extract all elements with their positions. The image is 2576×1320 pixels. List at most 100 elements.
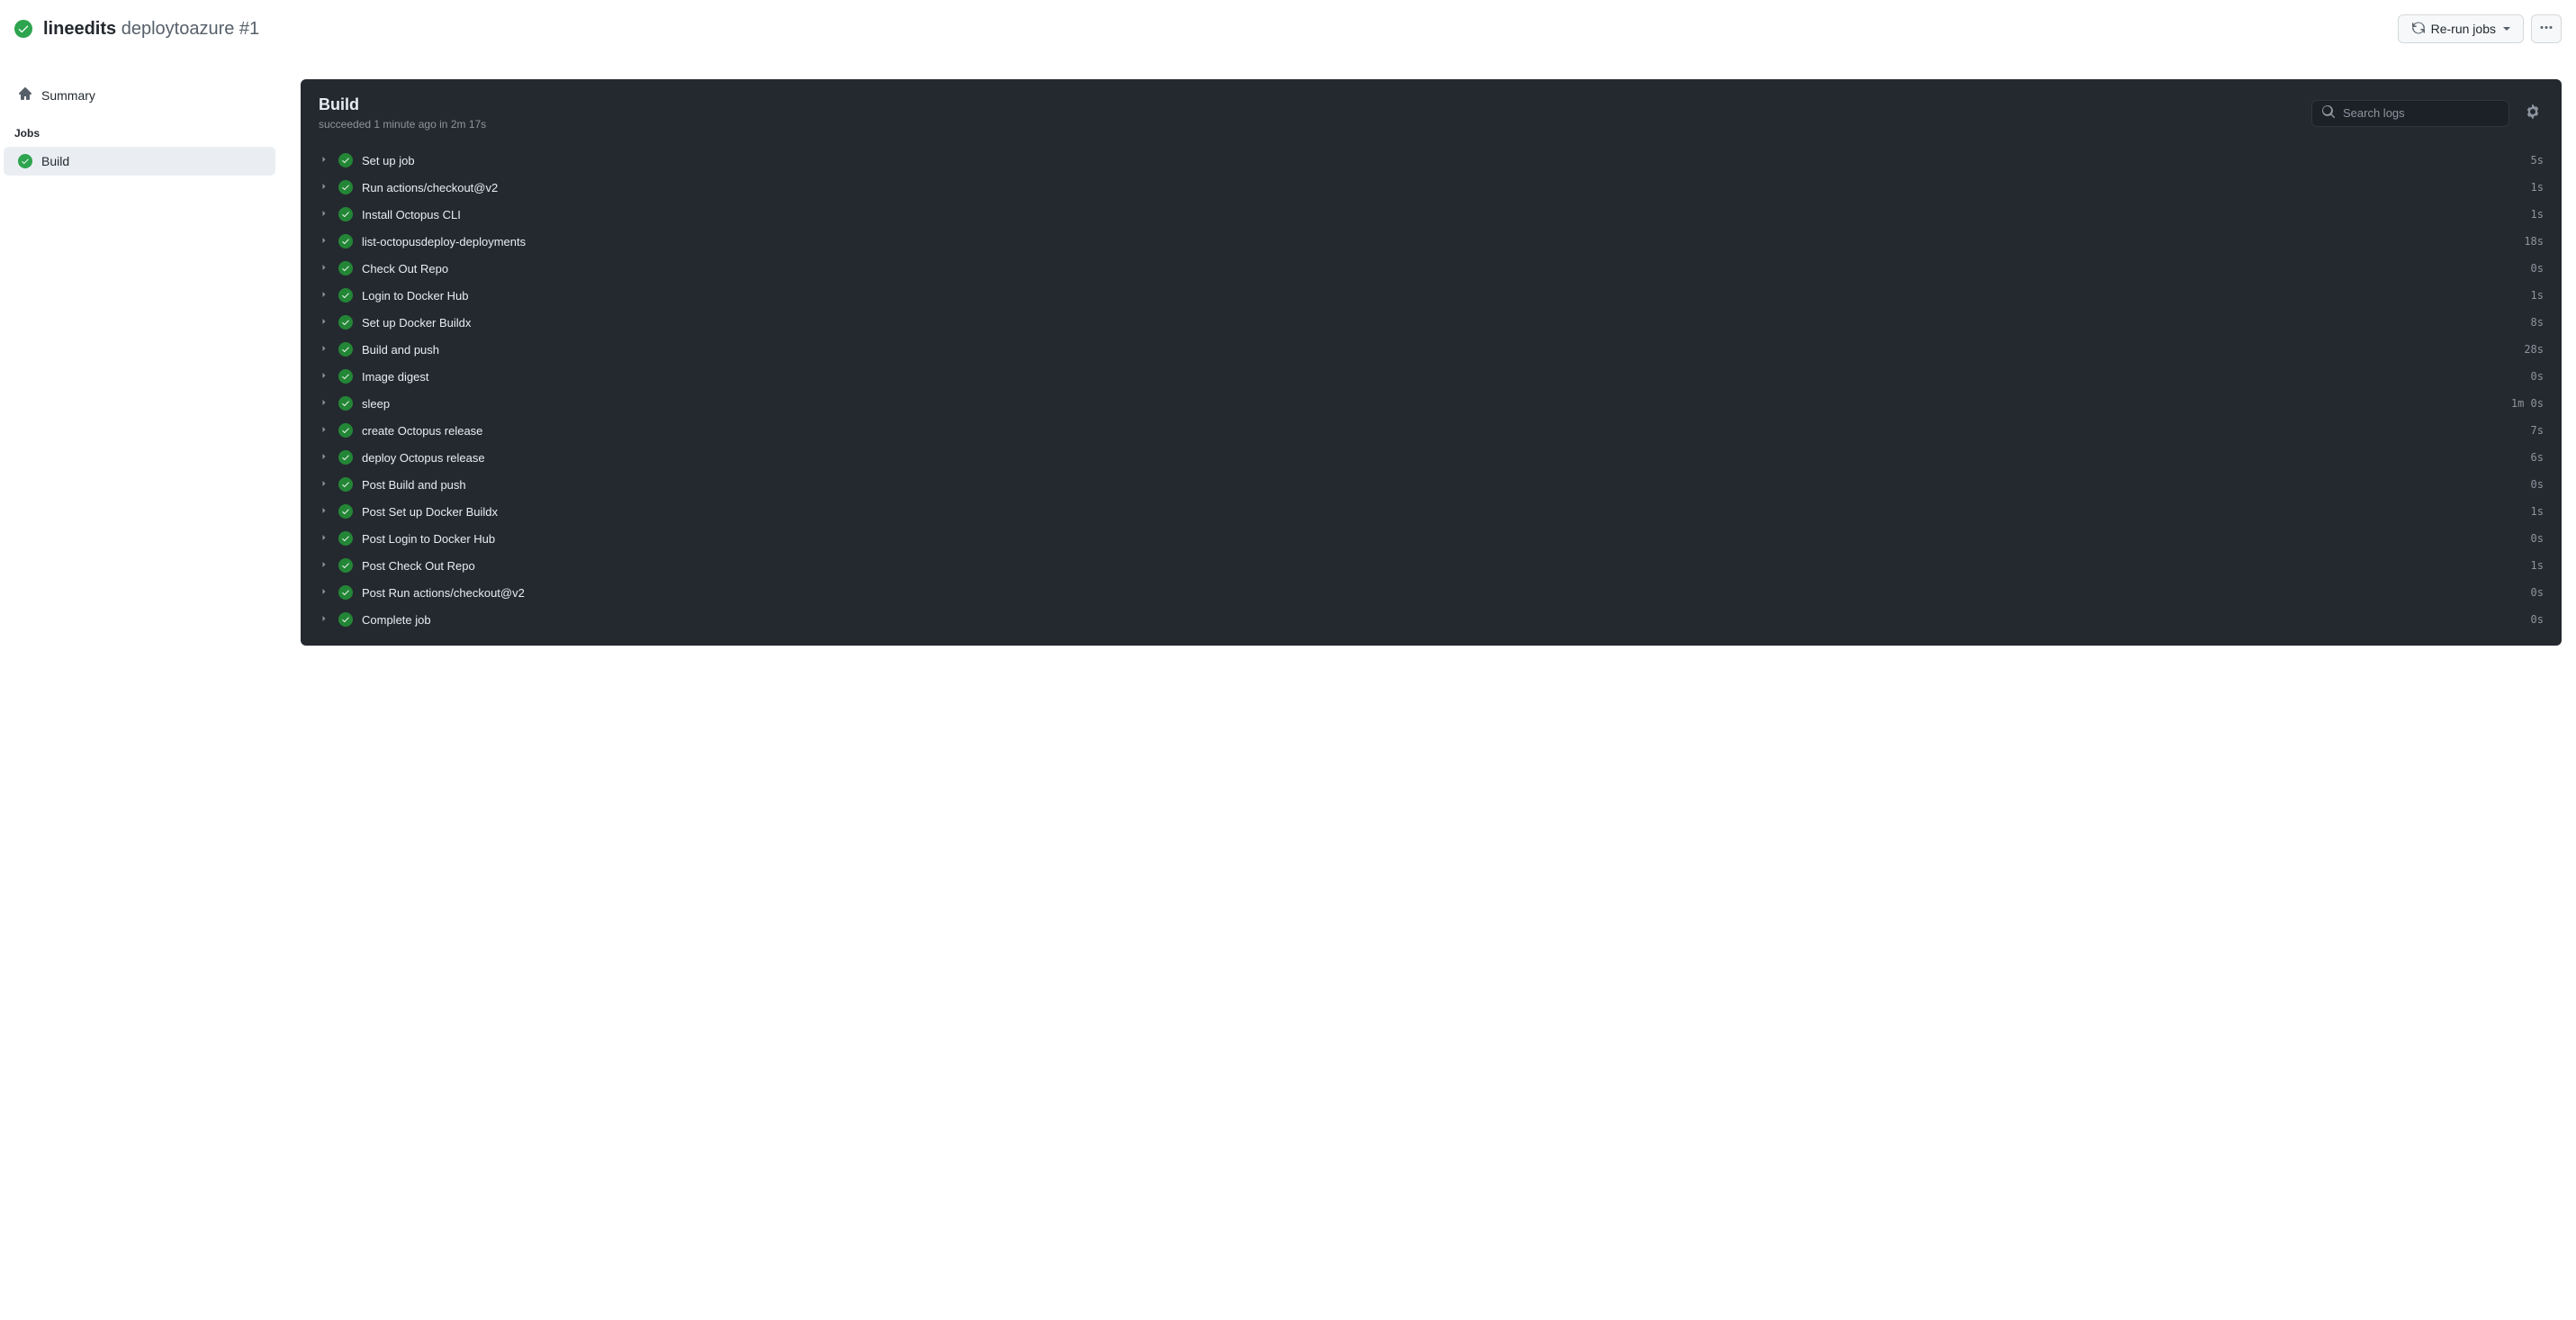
step-duration: 1s (2531, 181, 2544, 194)
job-subtitle: succeeded 1 minute ago in 2m 17s (319, 118, 486, 131)
sidebar-summary[interactable]: Summary (4, 79, 275, 111)
check-circle-icon (338, 396, 353, 411)
chevron-right-icon (319, 559, 329, 573)
step-name: Post Login to Docker Hub (362, 532, 2522, 546)
check-circle-icon (338, 315, 353, 330)
step-name: list-octopusdeploy-deployments (362, 235, 2515, 249)
sidebar-summary-label: Summary (41, 88, 95, 103)
step-name: Set up job (362, 154, 2522, 167)
check-circle-icon (338, 450, 353, 465)
gear-icon (2526, 108, 2540, 122)
step-name: Post Build and push (362, 478, 2522, 492)
check-circle-icon (338, 153, 353, 167)
step-row[interactable]: Post Login to Docker Hub0s (301, 525, 2562, 552)
check-circle-icon (338, 369, 353, 384)
step-row[interactable]: Login to Docker Hub1s (301, 282, 2562, 309)
step-row[interactable]: Build and push28s (301, 336, 2562, 363)
page-title: lineedits deploytoazure #1 (43, 19, 259, 40)
kebab-icon (2539, 21, 2553, 38)
check-circle-icon (14, 20, 32, 38)
check-circle-icon (338, 423, 353, 438)
chevron-right-icon (319, 154, 329, 167)
rerun-jobs-button[interactable]: Re-run jobs (2398, 14, 2524, 43)
check-circle-icon (18, 154, 32, 168)
step-row[interactable]: Set up Docker Buildx8s (301, 309, 2562, 336)
step-row[interactable]: create Octopus release 7s (301, 417, 2562, 444)
step-row[interactable]: Post Check Out Repo1s (301, 552, 2562, 579)
step-duration: 1s (2531, 559, 2544, 572)
step-row[interactable]: Complete job 0s (301, 606, 2562, 633)
check-circle-icon (338, 612, 353, 627)
step-duration: 5s (2531, 154, 2544, 167)
check-circle-icon (338, 585, 353, 600)
chevron-right-icon (319, 505, 329, 519)
search-icon (2321, 104, 2336, 122)
step-name: Build and push (362, 343, 2515, 357)
step-duration: 0s (2531, 613, 2544, 626)
step-duration: 1m 0s (2511, 397, 2544, 410)
log-settings-button[interactable] (2522, 101, 2544, 125)
workflow-name: deploytoazure (122, 19, 235, 39)
sidebar-section-jobs: Jobs (0, 111, 279, 147)
chevron-right-icon (319, 289, 329, 303)
chevron-right-icon (319, 208, 329, 222)
step-row[interactable]: Image digest 0s (301, 363, 2562, 390)
step-duration: 1s (2531, 289, 2544, 302)
step-duration: 8s (2531, 316, 2544, 329)
step-row[interactable]: list-octopusdeploy-deployments 18s (301, 228, 2562, 255)
workflow-menu-button[interactable] (2531, 14, 2562, 43)
step-row[interactable]: Check Out Repo 0s (301, 255, 2562, 282)
run-number: #1 (239, 19, 259, 39)
step-duration: 6s (2531, 451, 2544, 464)
step-row[interactable]: sleep1m 0s (301, 390, 2562, 417)
rerun-jobs-label: Re-run jobs (2431, 22, 2496, 36)
check-circle-icon (338, 558, 353, 573)
log-search[interactable] (2311, 100, 2509, 127)
sidebar: Summary Jobs Build (0, 58, 279, 646)
check-circle-icon (338, 180, 353, 194)
chevron-right-icon (319, 343, 329, 357)
chevron-right-icon (319, 370, 329, 384)
chevron-right-icon (319, 424, 329, 438)
chevron-right-icon (319, 262, 329, 276)
step-duration: 0s (2531, 370, 2544, 383)
home-icon (18, 86, 32, 104)
sync-icon (2411, 21, 2426, 38)
check-circle-icon (338, 477, 353, 492)
job-title: Build (319, 95, 486, 114)
chevron-right-icon (319, 532, 329, 546)
chevron-right-icon (319, 451, 329, 465)
step-row[interactable]: deploy Octopus release 6s (301, 444, 2562, 471)
step-duration: 0s (2531, 262, 2544, 275)
check-circle-icon (338, 531, 353, 546)
step-name: Post Run actions/checkout@v2 (362, 586, 2522, 600)
caret-down-icon (2503, 27, 2510, 31)
check-circle-icon (338, 234, 353, 249)
step-row[interactable]: Post Set up Docker Buildx1s (301, 498, 2562, 525)
check-circle-icon (338, 288, 353, 303)
step-name: Check Out Repo (362, 262, 2522, 276)
step-name: Image digest (362, 370, 2522, 384)
step-duration: 7s (2531, 424, 2544, 437)
chevron-right-icon (319, 478, 329, 492)
chevron-right-icon (319, 181, 329, 194)
step-duration: 0s (2531, 586, 2544, 599)
chevron-right-icon (319, 316, 329, 330)
step-name: deploy Octopus release (362, 451, 2522, 465)
check-circle-icon (338, 504, 353, 519)
step-row[interactable]: Post Build and push0s (301, 471, 2562, 498)
step-name: Run actions/checkout@v2 (362, 181, 2522, 194)
step-duration: 18s (2524, 235, 2544, 248)
chevron-right-icon (319, 235, 329, 249)
sidebar-job-label: Build (41, 154, 69, 168)
log-search-input[interactable] (2343, 106, 2499, 120)
step-name: create Octopus release (362, 424, 2522, 438)
step-name: Complete job (362, 613, 2522, 627)
check-circle-icon (338, 342, 353, 357)
step-row[interactable]: Run actions/checkout@v2 1s (301, 174, 2562, 201)
step-row[interactable]: Install Octopus CLI1s (301, 201, 2562, 228)
step-row[interactable]: Set up job 5s (301, 147, 2562, 174)
log-panel: Build succeeded 1 minute ago in 2m 17s (301, 79, 2562, 646)
sidebar-job-build[interactable]: Build (4, 147, 275, 176)
step-row[interactable]: Post Run actions/checkout@v2 0s (301, 579, 2562, 606)
